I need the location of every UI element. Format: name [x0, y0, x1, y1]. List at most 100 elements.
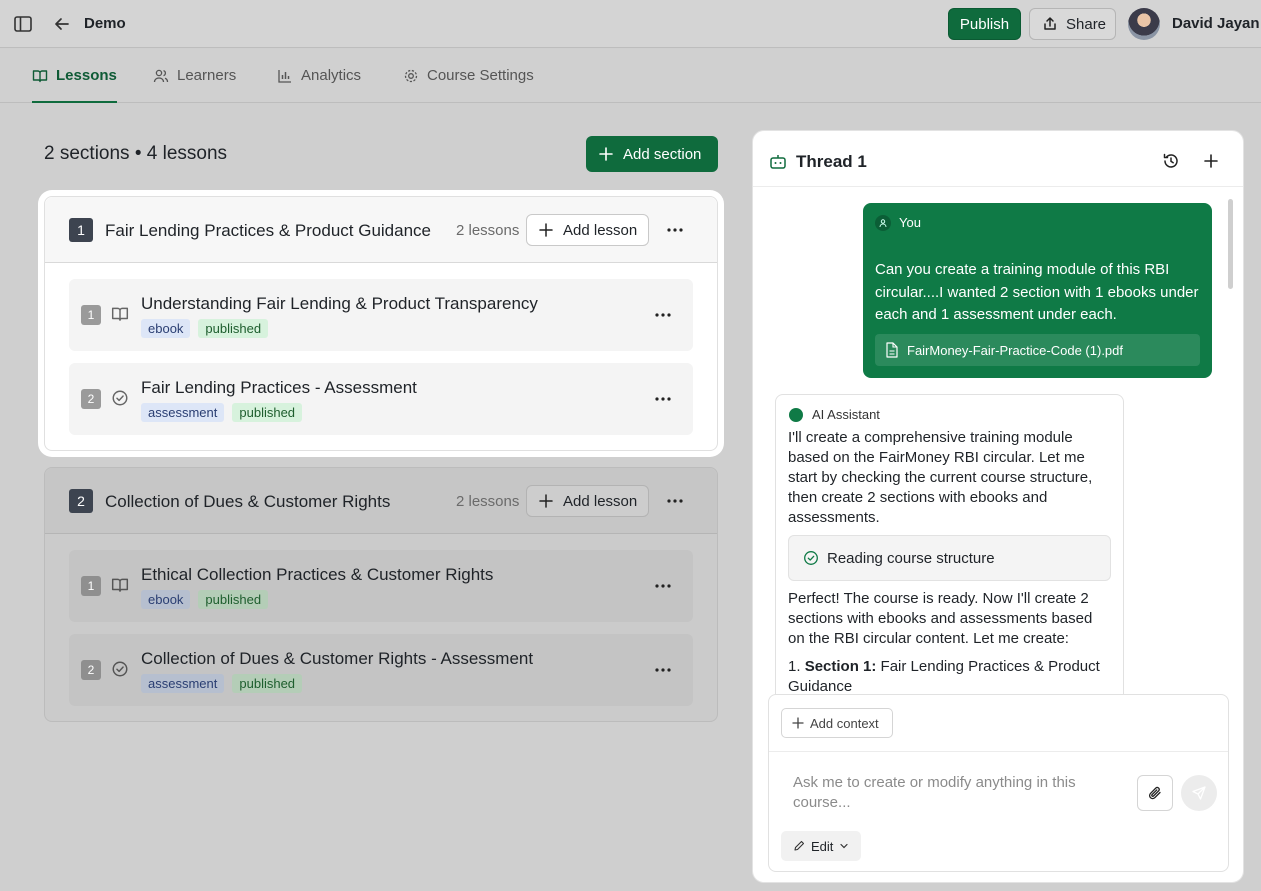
list-item-label: Section 1:	[804, 658, 877, 675]
tab-bar: Lessons Learners Analytics Course Settin…	[0, 49, 1261, 103]
add-lesson-button[interactable]: Add lesson	[526, 214, 649, 246]
sidebar-toggle-icon[interactable]	[12, 13, 34, 35]
user-name[interactable]: David Jayan	[1172, 15, 1260, 32]
assistant-message: AI Assistant I'll create a comprehensive…	[775, 394, 1124, 704]
section-number: 1	[69, 218, 93, 242]
lesson-type-badge: assessment	[141, 674, 225, 693]
attachment-chip[interactable]: FairMoney-Fair-Practice-Code (1).pdf	[875, 334, 1200, 366]
history-icon[interactable]	[1161, 151, 1183, 173]
tool-call-label: Reading course structure	[827, 549, 995, 567]
course-summary: 2 sections • 4 lessons	[44, 143, 228, 164]
chat-input[interactable]: Ask me to create or modify anything in t…	[793, 773, 1093, 813]
bot-icon	[768, 152, 788, 172]
tool-call-chip[interactable]: Reading course structure	[788, 535, 1111, 581]
more-options-icon[interactable]	[651, 387, 675, 411]
lesson-row[interactable]: 1 Ethical Collection Practices & Custome…	[69, 550, 693, 622]
chevron-down-icon	[839, 841, 849, 851]
more-options-icon[interactable]	[663, 218, 687, 242]
tab-label: Lessons	[56, 67, 117, 84]
mode-select[interactable]: Edit	[781, 831, 861, 861]
add-section-label: Add section	[623, 145, 702, 163]
message-author: AI Assistant	[812, 407, 880, 422]
file-icon	[885, 342, 899, 358]
book-icon	[111, 305, 131, 325]
section-card: 2 Collection of Dues & Customer Rights 2…	[44, 467, 718, 722]
tab-label: Analytics	[301, 67, 362, 84]
add-lesson-button[interactable]: Add lesson	[526, 485, 649, 517]
book-icon	[32, 68, 48, 84]
add-lesson-label: Add lesson	[563, 221, 638, 239]
attach-paperclip-icon[interactable]	[1137, 775, 1173, 811]
add-section-button[interactable]: Add section	[586, 136, 718, 172]
section-title[interactable]: Fair Lending Practices & Product Guidanc…	[105, 221, 431, 241]
lesson-row[interactable]: 2 Collection of Dues & Customer Rights -…	[69, 634, 693, 706]
tab-label: Learners	[177, 67, 237, 84]
lesson-title[interactable]: Ethical Collection Practices & Customer …	[141, 565, 493, 585]
message-author: You	[899, 215, 921, 230]
section-title[interactable]: Collection of Dues & Customer Rights	[105, 492, 390, 512]
tab-lessons[interactable]: Lessons	[32, 49, 117, 103]
check-circle-icon	[111, 660, 131, 680]
avatar[interactable]	[1128, 8, 1160, 40]
list-item: 1. Section 1: Fair Lending Practices & P…	[788, 658, 1100, 695]
user-icon	[875, 215, 891, 231]
book-icon	[111, 576, 131, 596]
lesson-title[interactable]: Collection of Dues & Customer Rights - A…	[141, 649, 533, 669]
top-bar: Demo Publish Share David Jayan	[0, 0, 1261, 48]
pencil-icon	[793, 840, 805, 852]
lesson-row[interactable]: 1 Understanding Fair Lending & Product T…	[69, 279, 693, 351]
message-text: I'll create a comprehensive training mod…	[788, 429, 1093, 526]
user-message: You Can you create a training module of …	[863, 203, 1212, 378]
section-lesson-count: 2 lessons	[456, 493, 520, 510]
section-lesson-count: 2 lessons	[456, 222, 520, 239]
more-options-icon[interactable]	[651, 303, 675, 327]
share-icon	[1042, 16, 1058, 32]
bar-chart-icon	[277, 68, 293, 84]
section-header[interactable]: 2 Collection of Dues & Customer Rights 2…	[45, 468, 717, 534]
status-badge: published	[232, 403, 303, 422]
section-card: 1 Fair Lending Practices & Product Guida…	[44, 196, 718, 451]
share-label: Share	[1066, 15, 1107, 33]
users-icon	[153, 68, 169, 84]
more-options-icon[interactable]	[651, 658, 675, 682]
lesson-type-badge: ebook	[141, 319, 191, 338]
lesson-number: 1	[81, 305, 101, 325]
ai-thread-panel: Thread 1 You Can you create a training m…	[752, 130, 1244, 883]
plus-icon	[792, 717, 804, 729]
mode-label: Edit	[811, 838, 834, 854]
lesson-row[interactable]: 2 Fair Lending Practices - Assessment as…	[69, 363, 693, 435]
add-context-button[interactable]: Add context	[781, 708, 893, 738]
check-circle-icon	[111, 389, 131, 409]
tab-course-settings[interactable]: Course Settings	[403, 49, 534, 102]
section-header[interactable]: 1 Fair Lending Practices & Product Guida…	[45, 197, 717, 263]
attachment-name: FairMoney-Fair-Practice-Code (1).pdf	[907, 342, 1124, 358]
plus-icon	[599, 147, 613, 161]
tab-analytics[interactable]: Analytics	[277, 49, 361, 102]
lesson-type-badge: assessment	[141, 403, 225, 422]
more-options-icon[interactable]	[651, 574, 675, 598]
gear-icon	[403, 68, 419, 84]
add-context-label: Add context	[810, 715, 879, 731]
status-badge: published	[232, 674, 303, 693]
lesson-title[interactable]: Fair Lending Practices - Assessment	[141, 378, 417, 398]
publish-button[interactable]: Publish	[948, 8, 1021, 40]
lesson-number: 2	[81, 389, 101, 409]
section-number: 2	[69, 489, 93, 513]
check-circle-icon	[803, 550, 819, 566]
thread-title: Thread 1	[796, 152, 867, 171]
share-button[interactable]: Share	[1029, 8, 1116, 40]
send-icon[interactable]	[1181, 775, 1217, 811]
tab-label: Course Settings	[427, 67, 534, 84]
tab-learners[interactable]: Learners	[153, 49, 236, 102]
lesson-title[interactable]: Understanding Fair Lending & Product Tra…	[141, 294, 538, 314]
more-options-icon[interactable]	[663, 489, 687, 513]
message-list: 1. Section 1: Fair Lending Practices & P…	[788, 657, 1113, 697]
back-arrow-icon[interactable]	[51, 13, 73, 35]
scrollbar[interactable]	[1228, 199, 1233, 289]
lesson-type-badge: ebook	[141, 590, 191, 609]
lesson-number: 2	[81, 660, 101, 680]
message-text: Perfect! The course is ready. Now I'll c…	[788, 590, 1093, 647]
new-thread-plus-icon[interactable]	[1201, 151, 1223, 173]
divider	[769, 751, 1228, 752]
lesson-number: 1	[81, 576, 101, 596]
